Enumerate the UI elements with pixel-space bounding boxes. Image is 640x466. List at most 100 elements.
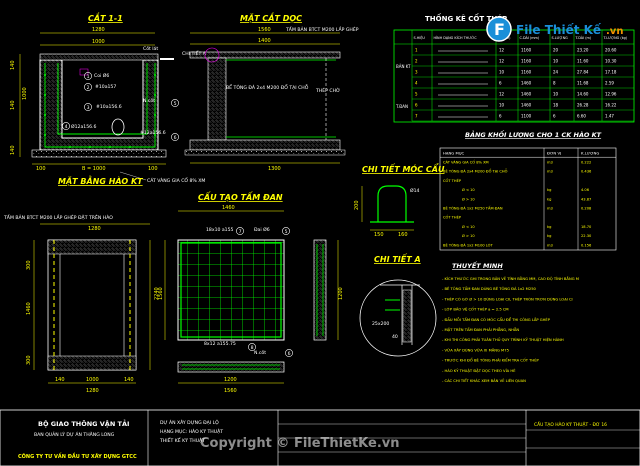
- steel-cell: 1460: [521, 81, 532, 86]
- plan-outline: [47, 239, 137, 371]
- slab-rebar-label: Đai Ø6: [254, 226, 270, 233]
- steel-cell: 2: [415, 59, 418, 64]
- dim-text: 1560: [158, 287, 164, 300]
- steel-cell: 2.59: [605, 81, 614, 86]
- dim-text: 200: [354, 200, 360, 210]
- detail-a-title: CHI TIẾT A: [374, 252, 421, 264]
- dim-text: 100: [148, 166, 158, 172]
- dim-text: 1560: [224, 388, 237, 394]
- cad-drawing-canvas: CẮT 1-1 1280 1000 Cốt lát Coi Ø6 #10a157…: [0, 11, 640, 466]
- dim-text: 1400: [258, 38, 271, 44]
- mass-cell: Ø < 10: [462, 224, 475, 229]
- steel-cell: 6: [499, 81, 502, 86]
- logo-initial: F: [494, 20, 505, 39]
- slab-mesh: [177, 239, 285, 341]
- dim-text: 100: [36, 166, 46, 172]
- steel-cell: 3: [415, 70, 418, 75]
- mass-cell: m3: [547, 207, 553, 211]
- steel-cell: 20.60: [605, 48, 617, 53]
- dim-text: 1280: [92, 27, 105, 33]
- lifting-hook-detail: CHI TIẾT MÓC CẨU Ø14 200 150 160: [354, 162, 445, 238]
- rebar-label: THÉP CHỜ: [315, 86, 340, 94]
- note-line: - ĐẦU MỖI TẤM ĐAN CÓ MÓC CẨU ĐỂ THI CÔNG…: [442, 317, 551, 322]
- steel-cell: 12: [499, 92, 505, 97]
- detail-a-dim: 25x200: [372, 321, 389, 327]
- steel-cell: 20: [553, 48, 559, 53]
- mass-header-cell: K.LƯỢNG: [581, 151, 599, 156]
- steel-cell: 6: [499, 114, 502, 119]
- steel-table-rows: S.HIỆUHÌNH DẠNG KÍCH THƯỚCØ (mm)C.DÀI (m…: [395, 35, 628, 119]
- dim-text: 1280: [86, 388, 99, 394]
- svg-text:1: 1: [87, 74, 90, 80]
- dim-text: 1560: [258, 27, 271, 33]
- logo-name: File Thiết Kế: [516, 23, 602, 37]
- dim-text: 1200: [224, 377, 237, 383]
- rebar-label: #12a156.6: [140, 130, 166, 136]
- svg-text:3: 3: [87, 105, 90, 111]
- steel-cell: 1460: [521, 92, 532, 97]
- steel-group-label: BẢN KT: [396, 64, 411, 69]
- longitudinal-bed: [184, 149, 346, 156]
- mass-table-title: BẢNG KHỐI LƯỢNG CHO 1 CK HÀO KT: [465, 129, 602, 139]
- dim-text: 300: [26, 355, 32, 365]
- dim-text: B = 1000: [82, 166, 106, 172]
- cover-label: Cốt lát: [143, 45, 158, 52]
- detail-a-dim: 40: [392, 334, 398, 340]
- steel-cell: 10: [499, 70, 505, 75]
- steel-cell: 11.68: [577, 81, 589, 86]
- note-line: - LỚP BẢO VỆ CỐT THÉP a = 2.5 CM: [442, 307, 509, 312]
- longitudinal-base: [189, 139, 341, 151]
- mass-cell: kg: [547, 188, 551, 192]
- filethietke-logo: F File Thiết Kế .vn: [484, 14, 632, 44]
- slab-label: TẤM BẢN BTCT M200 LẮP GHÉP: [285, 25, 359, 33]
- mass-cell: 0.208: [581, 207, 592, 211]
- mass-cell: kg: [547, 234, 551, 238]
- steel-header-cell: S.HIỆU: [414, 35, 426, 40]
- mass-cell: 0.222: [581, 161, 591, 165]
- rebar-label: Coi Ø6: [94, 72, 109, 79]
- dim-text: 160: [398, 232, 408, 238]
- note-line: - BÊ TÔNG TẤM ĐAN DÙNG BÊ TÔNG ĐÁ 1x2 M2…: [442, 286, 537, 291]
- longitudinal-slab: [189, 51, 341, 59]
- steel-cell: 16.22: [605, 103, 617, 108]
- steel-cell: 18: [553, 103, 559, 108]
- steel-cell: 12.96: [605, 92, 617, 97]
- steel-cell: 6: [415, 103, 418, 108]
- mass-header-cell: HẠNG MỤC: [443, 151, 464, 156]
- plan-note: TẤM BẢN BTCT M200 LẮP GHÉP ĐẶT TRÊN HÀO: [3, 213, 113, 221]
- detail-a-rebar: [385, 299, 400, 311]
- callout-number: 7: [239, 229, 242, 235]
- trench-plan-view: MẶT BẰNG HÀO KT TẤM BẢN BTCT M200 LẮP GH…: [3, 175, 160, 394]
- cover-slab: [39, 53, 159, 61]
- steel-cell: 10: [499, 103, 505, 108]
- steel-cell: 10: [553, 92, 559, 97]
- steel-cell: 5: [415, 92, 418, 97]
- steel-cell: 1460: [521, 103, 532, 108]
- mass-cell: 18.70: [581, 225, 592, 229]
- section-1-1-title: CẮT 1-1: [88, 11, 123, 23]
- callout-number: 5: [285, 229, 288, 235]
- callout-number: 6: [288, 351, 291, 357]
- detail-a-label: CHI TIẾT A: [182, 49, 207, 57]
- watermark-text: Copyright © FileThietKe.vn: [200, 436, 400, 451]
- slab-cross-section: [177, 361, 285, 373]
- slab-side-section: [313, 239, 327, 341]
- dim-text: 140: [124, 377, 134, 383]
- pipe-circle: [111, 118, 125, 136]
- steel-cell: 10: [553, 59, 559, 64]
- steel-group-label: T.ĐAN: [395, 104, 408, 109]
- sand-label: CÁT VÀNG GIA CỐ 8% XM: [147, 176, 205, 184]
- dim-text: 1460: [222, 205, 235, 211]
- mass-cell: 0.436: [581, 170, 592, 174]
- detail-a-view: CHI TIẾT A 25x200 40: [359, 252, 437, 357]
- slab-rebar-label: 18x10 a155: [206, 227, 234, 233]
- dim-text: 1460: [26, 302, 32, 315]
- note-line: - CÁC CHI TIẾT KHÁC XEM BẢN VẼ LIÊN QUAN: [442, 377, 526, 383]
- steel-cell: 6: [553, 114, 556, 119]
- note-line: - TRƯỚC KHI ĐỔ BÊ TÔNG PHẢI KIỂM TRA CỐT…: [442, 358, 540, 363]
- project-item: HẠNG MỤC: HÀO KỸ THUẬT: [160, 428, 223, 435]
- mass-cell: BÊ TÔNG ĐÁ 2x4 M200 ĐỔ TẠI CHỖ: [443, 169, 508, 174]
- mass-cell: 0.156: [581, 243, 592, 247]
- steel-cell: 17.18: [605, 70, 617, 75]
- mass-cell: 22.30: [581, 234, 592, 238]
